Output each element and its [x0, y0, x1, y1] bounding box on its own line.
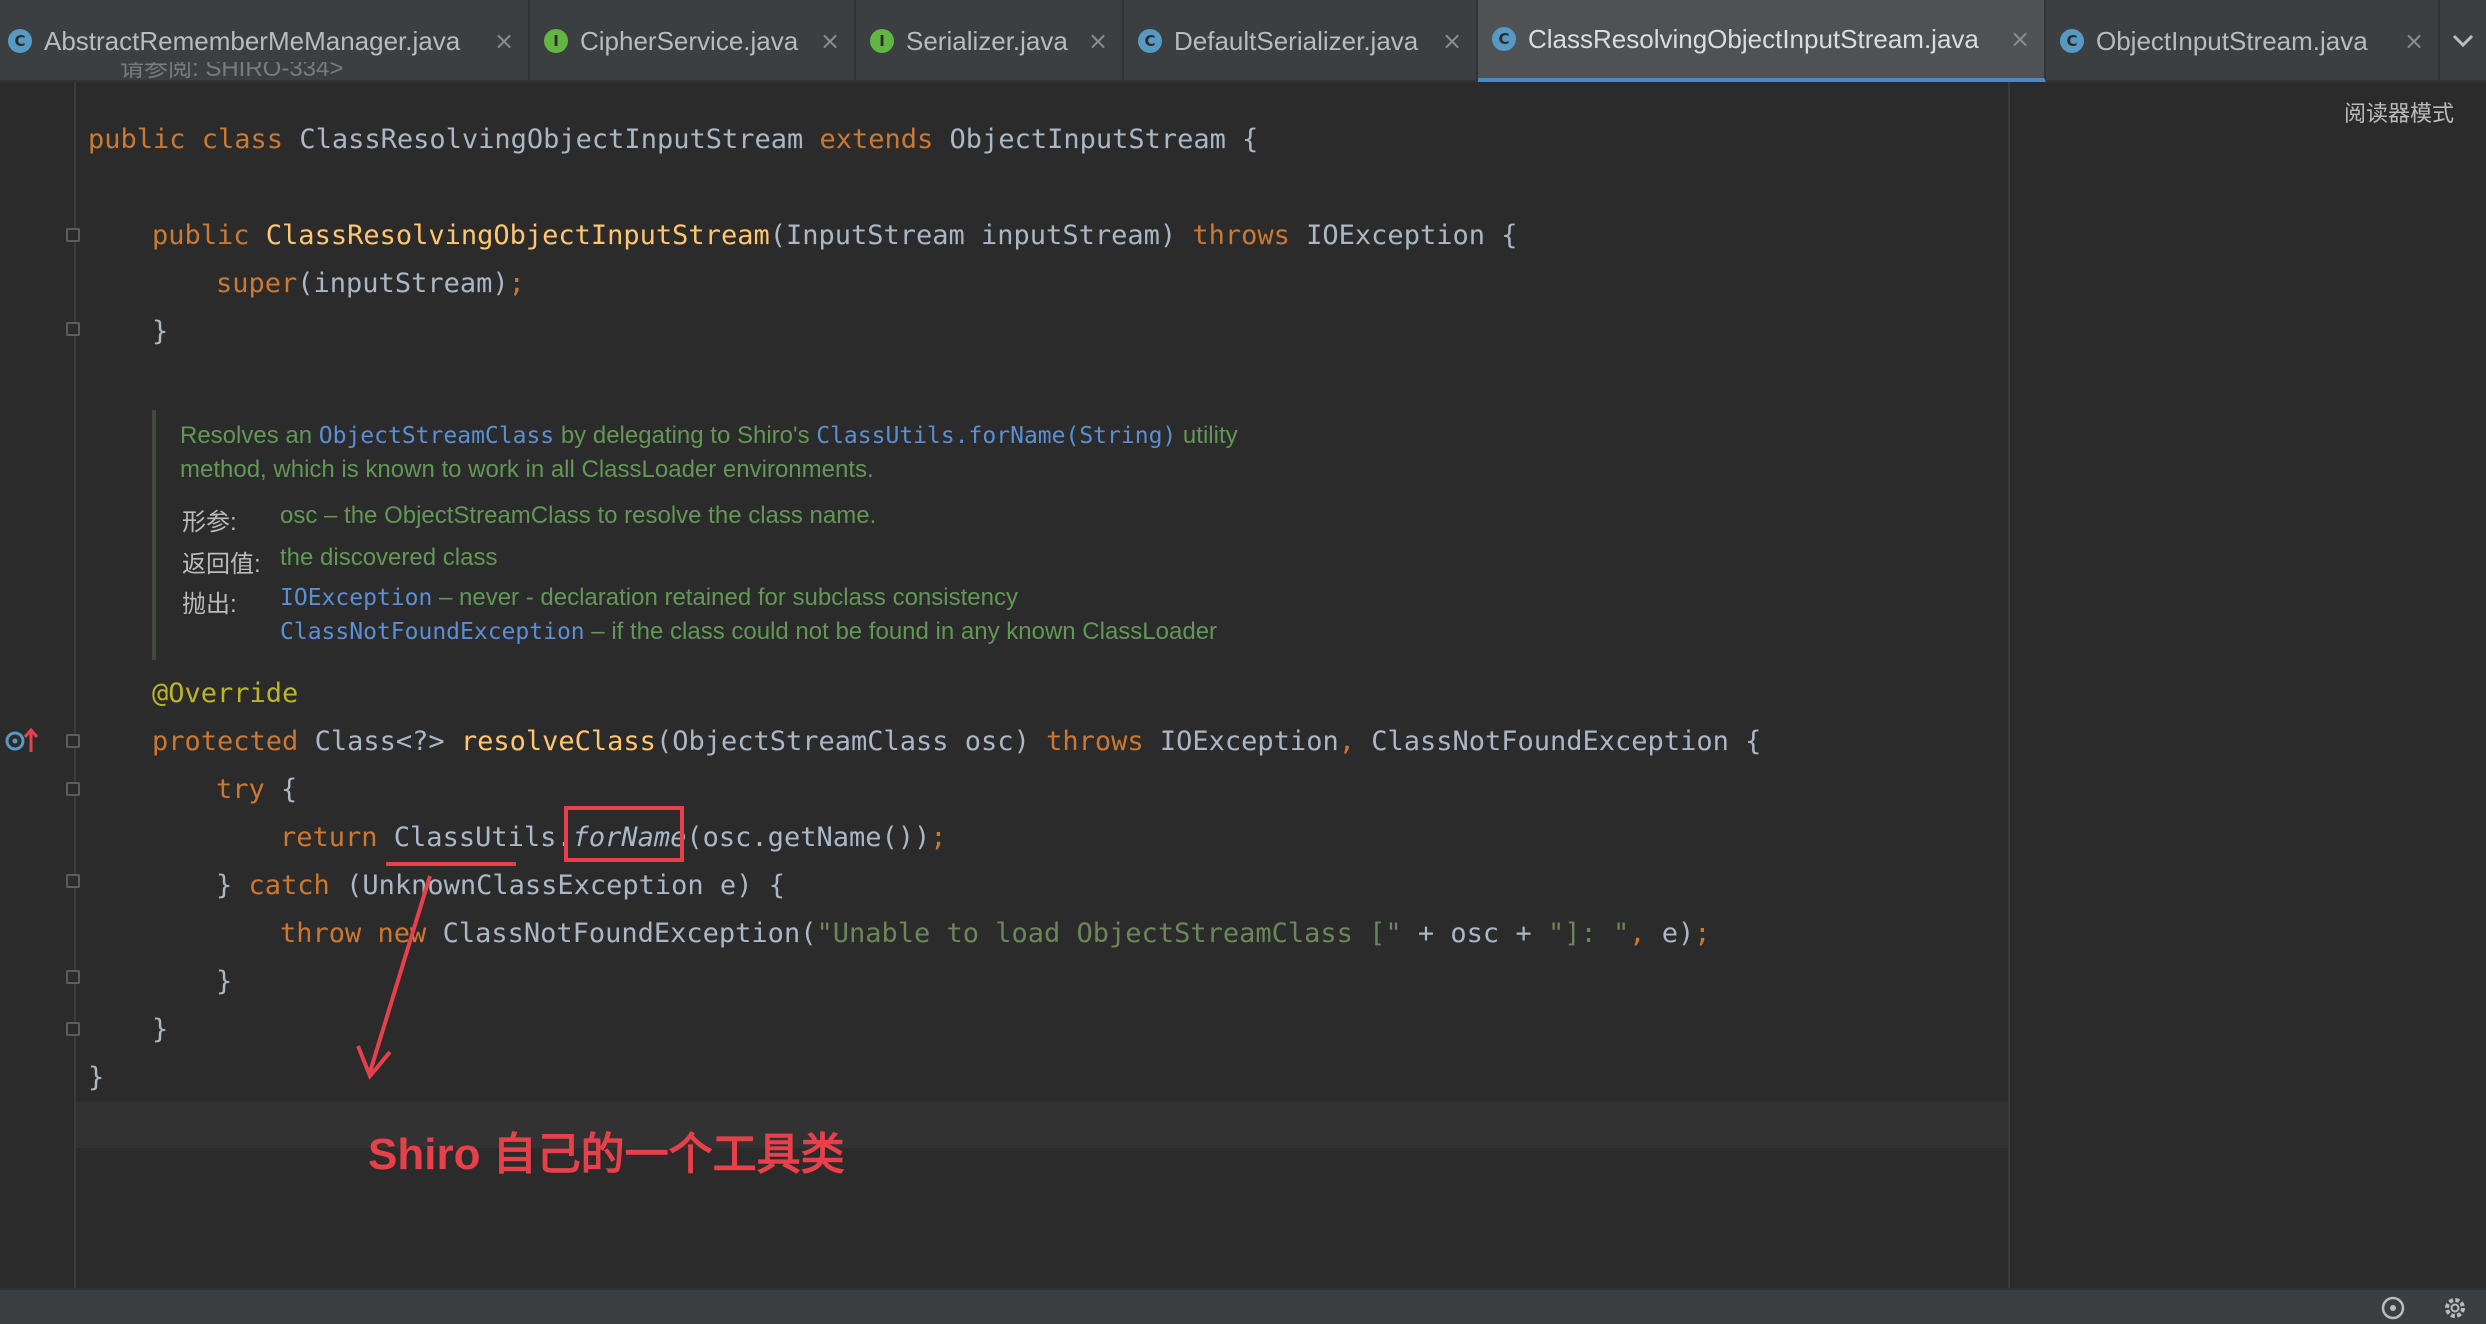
crosshair-icon[interactable]: [2378, 1294, 2408, 1322]
gear-icon[interactable]: [2440, 1294, 2470, 1322]
annotation-label: Shiro 自己的一个工具类: [368, 1130, 845, 1179]
status-bar: [0, 1288, 2486, 1324]
